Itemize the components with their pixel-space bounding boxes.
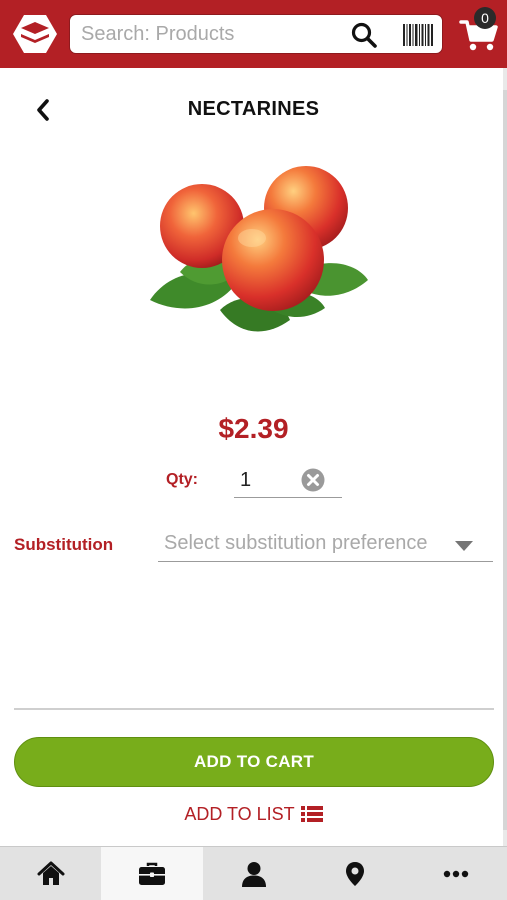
search-input[interactable]	[70, 15, 340, 53]
qty-label: Qty:	[166, 471, 198, 488]
divider	[14, 708, 494, 710]
barcode-scanner-icon[interactable]	[403, 24, 433, 46]
home-icon	[37, 861, 65, 885]
substitution-label: Substitution	[14, 535, 114, 554]
substitution-select[interactable]: Select substitution preference	[158, 524, 493, 562]
nav-store-locator[interactable]	[304, 847, 405, 900]
clear-qty-icon[interactable]	[301, 468, 325, 492]
add-to-list-button[interactable]: ADD TO LIST	[0, 804, 507, 825]
nav-account[interactable]	[203, 847, 304, 900]
product-title: NECTARINES	[187, 98, 320, 120]
nav-departments[interactable]	[101, 847, 203, 900]
qty-input[interactable]	[240, 465, 300, 495]
caret-down-icon	[455, 538, 473, 551]
top-header: 0	[0, 0, 507, 68]
more-icon	[444, 870, 469, 877]
cart-count-badge: 0	[474, 7, 496, 29]
add-to-cart-button[interactable]: ADD TO CART	[14, 737, 494, 787]
briefcase-icon	[139, 862, 166, 885]
product-price: $2.39	[218, 413, 289, 444]
app-logo-icon[interactable]	[13, 14, 57, 54]
search-icon[interactable]	[351, 22, 377, 48]
list-icon	[300, 806, 323, 822]
search-bar	[69, 14, 443, 54]
nav-more[interactable]	[406, 847, 507, 900]
bottom-nav	[0, 846, 507, 900]
add-to-list-label: ADD TO LIST	[184, 804, 295, 824]
scrollbar-thumb[interactable]	[503, 90, 507, 830]
substitution-placeholder: Select substitution preference	[164, 532, 428, 554]
qty-field	[234, 462, 342, 498]
product-image	[140, 160, 372, 350]
nav-home[interactable]	[0, 847, 101, 900]
location-pin-icon	[345, 861, 364, 886]
user-icon	[241, 861, 266, 887]
